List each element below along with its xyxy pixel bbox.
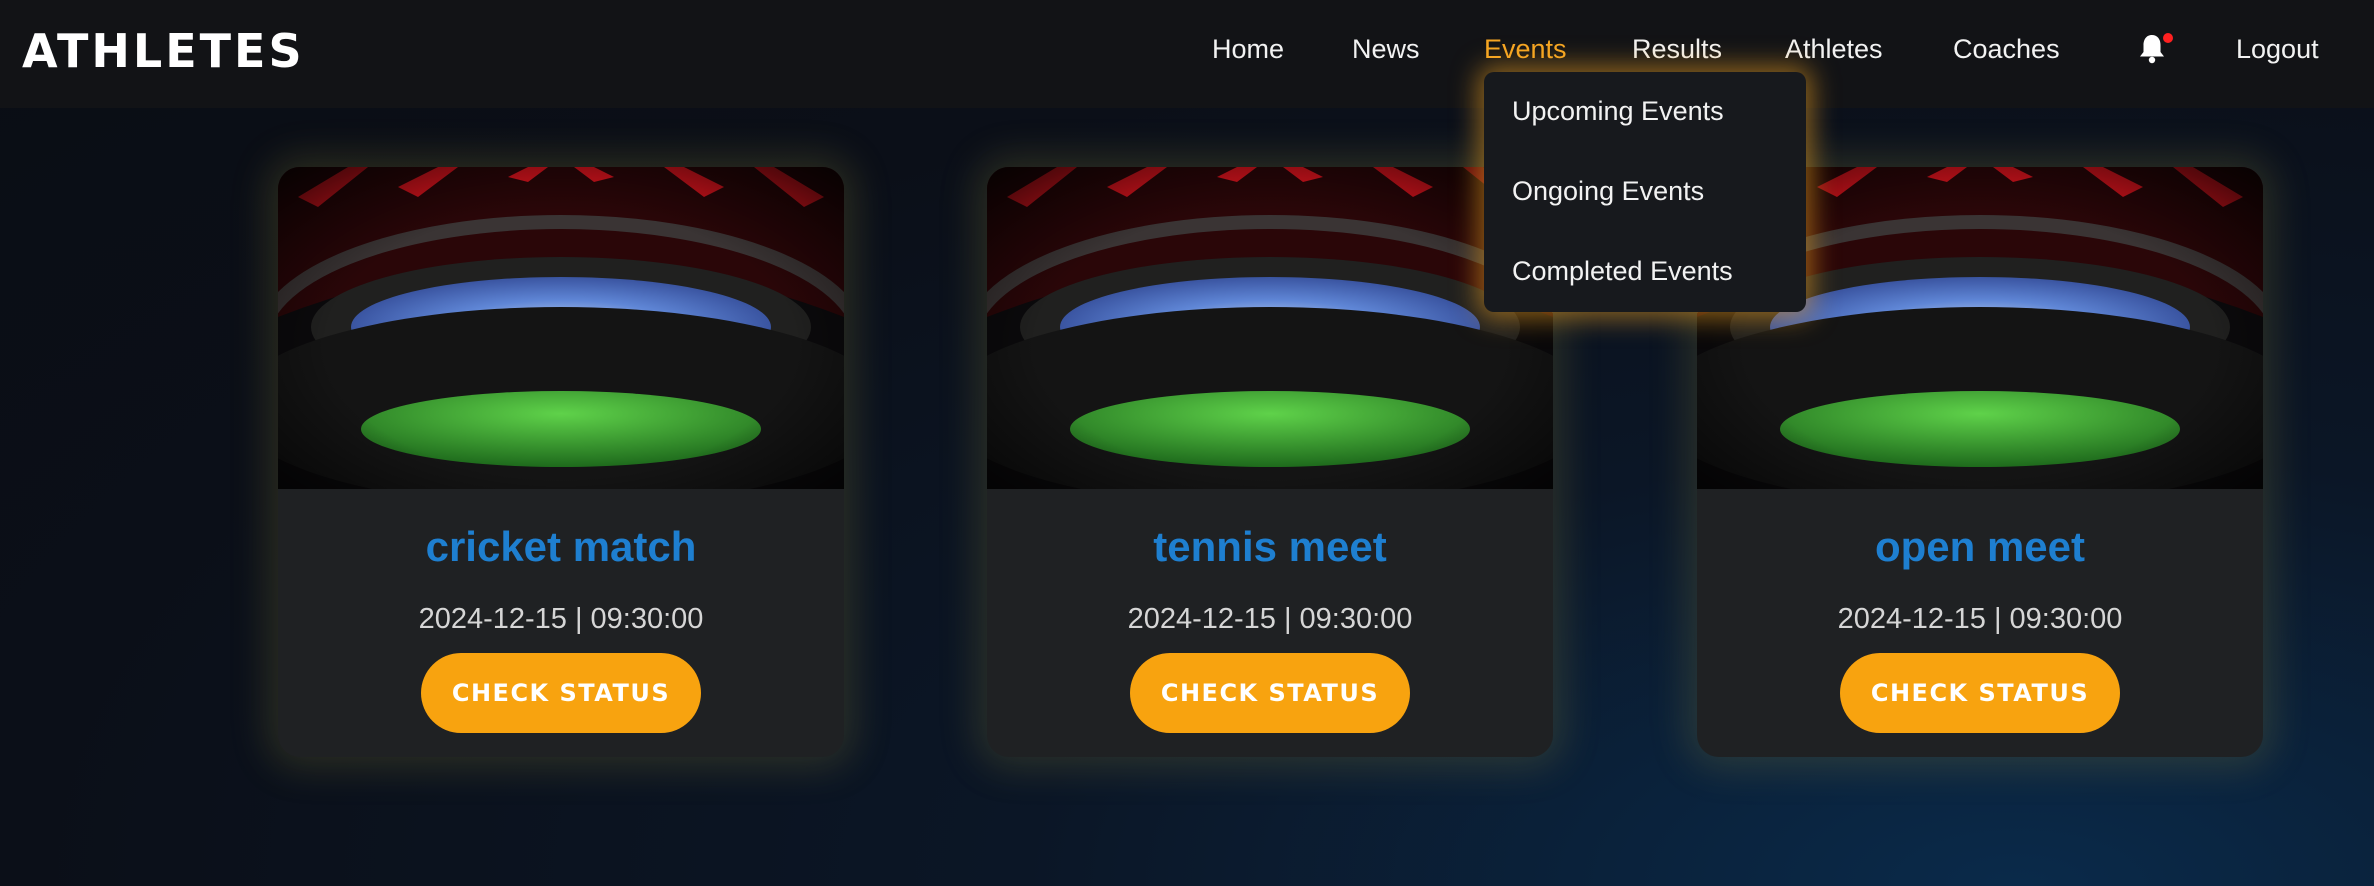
notification-dot <box>2163 33 2173 43</box>
menu-item-ongoing-events[interactable]: Ongoing Events <box>1512 176 1704 207</box>
nav-athletes[interactable]: Athletes <box>1785 34 1883 65</box>
nav-events[interactable]: Events <box>1484 34 1567 65</box>
logout-link[interactable]: Logout <box>2236 34 2319 65</box>
event-card: cricket match 2024-12-15 | 09:30:00 CHEC… <box>278 167 844 757</box>
check-status-button[interactable]: CHECK STATUS <box>421 653 701 733</box>
stadium-image <box>278 167 844 489</box>
event-datetime: 2024-12-15 | 09:30:00 <box>1837 603 2123 635</box>
event-card: tennis meet 2024-12-15 | 09:30:00 CHECK … <box>987 167 1553 757</box>
stadium-image <box>987 167 1553 489</box>
event-title: tennis meet <box>1153 523 1387 570</box>
event-title: open meet <box>1874 523 2086 570</box>
nav-news[interactable]: News <box>1352 34 1420 65</box>
nav-results[interactable]: Results <box>1632 34 1722 65</box>
event-title: cricket match <box>425 523 697 570</box>
main-nav: Home News Events Results Athletes Coache… <box>0 34 2374 74</box>
check-status-button[interactable]: CHECK STATUS <box>1130 653 1410 733</box>
top-navbar: ATHLETES Home News Events Results Athlet… <box>0 0 2374 108</box>
menu-item-completed-events[interactable]: Completed Events <box>1512 256 1733 287</box>
events-dropdown-menu: Upcoming Events Ongoing Events Completed… <box>1484 72 1806 312</box>
nav-coaches[interactable]: Coaches <box>1953 34 2060 65</box>
nav-home[interactable]: Home <box>1212 34 1284 65</box>
menu-item-upcoming-events[interactable]: Upcoming Events <box>1512 96 1724 127</box>
check-status-button[interactable]: CHECK STATUS <box>1840 653 2120 733</box>
event-datetime: 2024-12-15 | 09:30:00 <box>1127 603 1413 635</box>
event-datetime: 2024-12-15 | 09:30:00 <box>418 603 704 635</box>
